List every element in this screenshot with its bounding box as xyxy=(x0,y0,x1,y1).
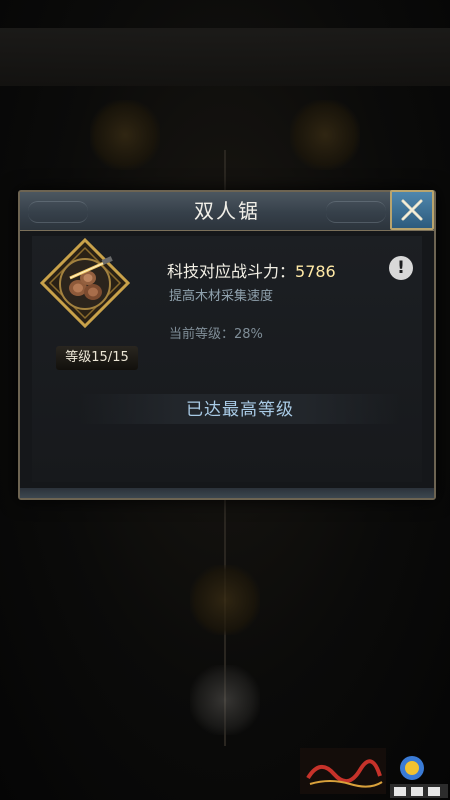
tech-detail-dialog: 双人锯 xyxy=(18,190,436,500)
background-tech-node xyxy=(90,100,160,170)
tech-item-badge xyxy=(39,237,131,329)
close-x-icon xyxy=(401,199,423,221)
combat-power-label: 科技对应战斗力： xyxy=(167,262,296,281)
dialog-title: 双人锯 xyxy=(194,199,260,223)
info-icon[interactable]: ! xyxy=(389,256,413,280)
site-logo-watermark xyxy=(390,756,448,798)
tech-description: 提高木材采集速度 xyxy=(169,289,274,304)
saw-and-logs-icon xyxy=(39,237,131,329)
background-tech-node xyxy=(190,665,260,735)
max-level-text: 已达最高等级 xyxy=(186,400,294,420)
dialog-title-bar: 双人锯 xyxy=(20,192,434,231)
background-tech-node xyxy=(190,565,260,635)
game-logo-watermark xyxy=(300,748,386,794)
combat-power-line: 科技对应战斗力：5786 xyxy=(167,258,336,282)
current-level-text: 当前等级：28% xyxy=(169,327,263,342)
close-button[interactable] xyxy=(390,190,434,230)
background-tree-connector xyxy=(224,150,226,190)
dialog-footer-trim xyxy=(20,488,434,498)
combat-power-value: 5786 xyxy=(295,262,336,281)
background-top-bar xyxy=(0,28,450,86)
item-level-label: 等级15/15 xyxy=(56,346,138,370)
background-tech-node xyxy=(290,100,360,170)
